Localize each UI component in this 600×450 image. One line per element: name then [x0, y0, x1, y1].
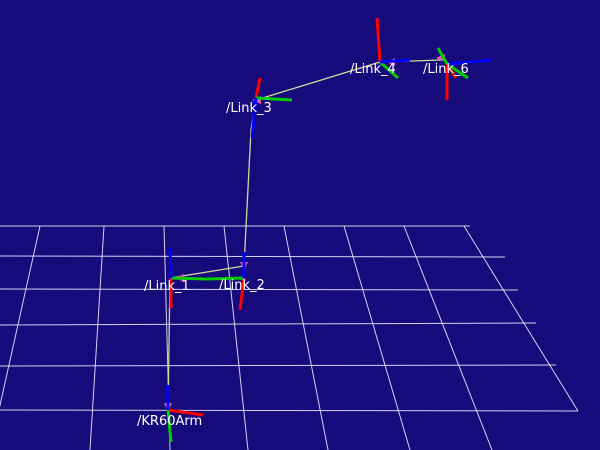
ground-grid: [0, 225, 579, 450]
grid-line: [89, 225, 105, 450]
grid-line: [0, 364, 557, 367]
grid-line: [283, 225, 329, 450]
axis-x: [254, 77, 262, 99]
grid-line: [343, 225, 411, 450]
3d-viewport[interactable]: /KR60Arm /Link_1 /Link_2 /Link_3 /Link_4…: [0, 0, 600, 450]
link-line: [243, 129, 252, 267]
link-connections: [164, 54, 445, 412]
axis-x: [375, 17, 382, 63]
grid-line: [0, 225, 41, 408]
frame-label-link-2: /Link_2: [219, 278, 265, 293]
axis-y: [255, 96, 293, 102]
tf-scene[interactable]: [0, 0, 600, 450]
axis-z: [168, 247, 173, 279]
grid-line: [0, 409, 579, 412]
frame-label-link-1: /Link_1: [144, 279, 190, 294]
frame-label-link-6: /Link_6: [423, 62, 469, 77]
frame-axes: [166, 17, 493, 443]
frame-label-link-3: /Link_3: [226, 101, 272, 116]
frame-label-link-4: /Link_4: [350, 62, 396, 77]
grid-line: [463, 225, 579, 412]
link1-axes: [168, 247, 208, 308]
frame-label-kr60arm: /KR60Arm: [137, 414, 203, 429]
grid-line: [0, 255, 506, 258]
grid-line: [403, 225, 493, 450]
grid-line: [0, 322, 537, 326]
